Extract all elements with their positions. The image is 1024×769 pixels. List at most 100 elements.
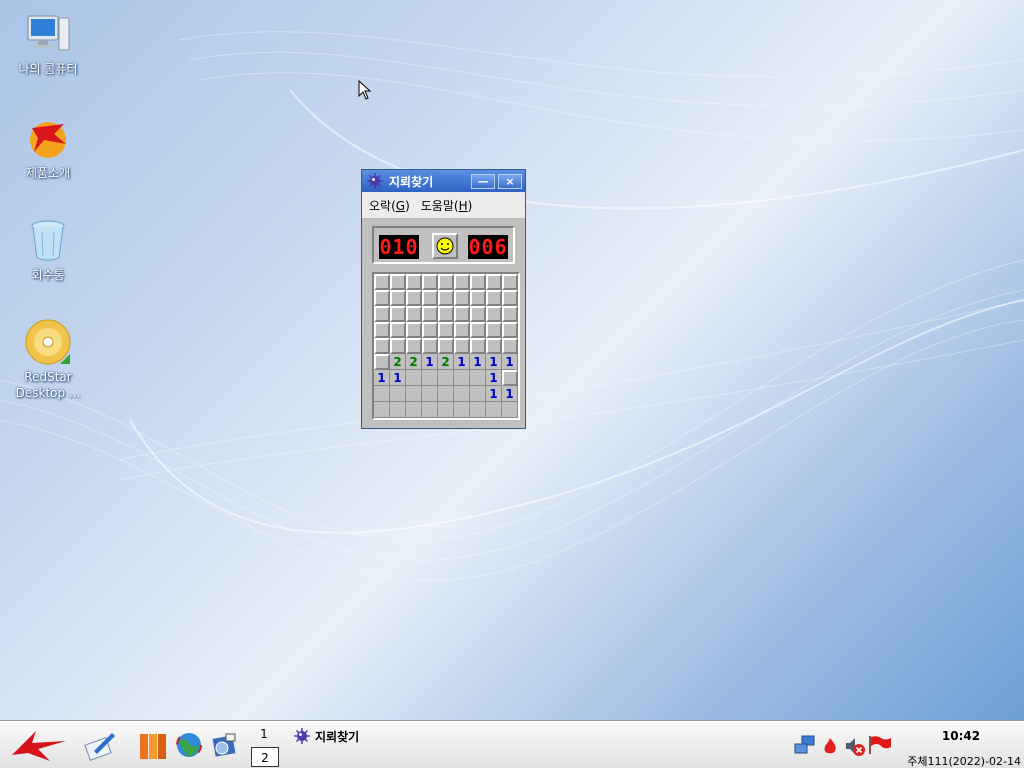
minefield-cell-empty[interactable] bbox=[422, 402, 438, 418]
minefield-cell-closed[interactable] bbox=[470, 322, 486, 338]
smiley-button[interactable] bbox=[432, 233, 458, 259]
minefield-cell-closed[interactable] bbox=[422, 306, 438, 322]
minefield-cell-closed[interactable] bbox=[502, 338, 518, 354]
start-menu-button[interactable] bbox=[10, 727, 68, 767]
launcher-editor[interactable] bbox=[84, 729, 116, 765]
tray-flag[interactable] bbox=[868, 735, 892, 759]
minefield-cell-closed[interactable] bbox=[486, 306, 502, 322]
minefield-cell-empty[interactable] bbox=[454, 402, 470, 418]
minefield-cell-closed[interactable] bbox=[390, 338, 406, 354]
tray-network[interactable] bbox=[794, 735, 816, 759]
minefield-cell-closed[interactable] bbox=[454, 338, 470, 354]
minefield-cell-empty[interactable] bbox=[438, 402, 454, 418]
minefield-cell-closed[interactable] bbox=[486, 290, 502, 306]
minefield-cell-closed[interactable] bbox=[486, 274, 502, 290]
minefield-cell-number[interactable]: 2 bbox=[390, 354, 406, 370]
minefield-cell-empty[interactable] bbox=[470, 402, 486, 418]
minefield-cell-closed[interactable] bbox=[422, 274, 438, 290]
minefield-cell-closed[interactable] bbox=[470, 290, 486, 306]
task-minesweeper[interactable]: 지뢰찾기 bbox=[294, 725, 359, 747]
minefield-cell-closed[interactable] bbox=[486, 322, 502, 338]
minefield-cell-empty[interactable] bbox=[406, 386, 422, 402]
desktop-icon-my-computer[interactable]: 나의 콤퓨터 bbox=[0, 10, 96, 77]
minefield-cell-closed[interactable] bbox=[438, 290, 454, 306]
minefield-cell-closed[interactable] bbox=[454, 290, 470, 306]
close-button[interactable]: × bbox=[498, 173, 522, 189]
minefield-cell-closed[interactable] bbox=[406, 274, 422, 290]
minefield-cell-empty[interactable] bbox=[454, 386, 470, 402]
launcher-browser[interactable] bbox=[175, 731, 203, 763]
tray-volume[interactable] bbox=[844, 735, 866, 761]
minefield-cell-closed[interactable] bbox=[454, 322, 470, 338]
minefield-cell-closed[interactable] bbox=[406, 338, 422, 354]
minimize-button[interactable]: — bbox=[471, 173, 495, 189]
minefield-cell-empty[interactable] bbox=[422, 386, 438, 402]
minefield-cell-empty[interactable] bbox=[470, 386, 486, 402]
minefield-cell-empty[interactable] bbox=[486, 402, 502, 418]
minefield-cell-empty[interactable] bbox=[422, 370, 438, 386]
minefield-cell-closed[interactable] bbox=[438, 338, 454, 354]
minefield-cell-closed[interactable] bbox=[374, 322, 390, 338]
minefield-cell-number[interactable]: 1 bbox=[470, 354, 486, 370]
tray-firewall[interactable] bbox=[822, 737, 838, 759]
minefield-cell-empty[interactable] bbox=[454, 370, 470, 386]
minefield-cell-number[interactable]: 2 bbox=[438, 354, 454, 370]
desktop-icon-redstar-dvd[interactable]: RedStar Desktop ... bbox=[0, 318, 96, 401]
minefield-cell-closed[interactable] bbox=[390, 290, 406, 306]
minesweeper-window[interactable]: 지뢰찾기 — × 오락(G) 도움말(H) 010 006 2212111111… bbox=[361, 169, 526, 429]
minefield-cell-closed[interactable] bbox=[438, 274, 454, 290]
minefield-cell-closed[interactable] bbox=[422, 322, 438, 338]
minefield-cell-closed[interactable] bbox=[422, 290, 438, 306]
minefield-cell-closed[interactable] bbox=[502, 306, 518, 322]
minefield-cell-number[interactable]: 1 bbox=[422, 354, 438, 370]
workspace-1[interactable]: 1 bbox=[250, 724, 278, 744]
minefield[interactable]: 2212111111111 bbox=[372, 272, 520, 420]
minefield-cell-closed[interactable] bbox=[422, 338, 438, 354]
minefield-cell-closed[interactable] bbox=[406, 306, 422, 322]
minefield-cell-closed[interactable] bbox=[502, 290, 518, 306]
window-titlebar[interactable]: 지뢰찾기 — × bbox=[362, 170, 525, 192]
minefield-cell-closed[interactable] bbox=[502, 322, 518, 338]
minefield-cell-empty[interactable] bbox=[374, 402, 390, 418]
minefield-cell-number[interactable]: 2 bbox=[406, 354, 422, 370]
minefield-cell-closed[interactable] bbox=[374, 338, 390, 354]
minefield-cell-closed[interactable] bbox=[454, 274, 470, 290]
minefield-cell-number[interactable]: 1 bbox=[390, 370, 406, 386]
desktop-icon-product-intro[interactable]: 제품소개 bbox=[0, 114, 96, 181]
minefield-cell-closed[interactable] bbox=[406, 290, 422, 306]
minefield-cell-closed[interactable] bbox=[486, 338, 502, 354]
minefield-cell-number[interactable]: 1 bbox=[486, 386, 502, 402]
minefield-cell-empty[interactable] bbox=[470, 370, 486, 386]
minefield-cell-closed[interactable] bbox=[390, 322, 406, 338]
minefield-cell-closed[interactable] bbox=[438, 306, 454, 322]
minefield-cell-number[interactable]: 1 bbox=[502, 354, 518, 370]
minefield-cell-closed[interactable] bbox=[454, 306, 470, 322]
minefield-cell-number[interactable]: 1 bbox=[502, 386, 518, 402]
menu-help[interactable]: 도움말(H) bbox=[421, 197, 473, 214]
launcher-library[interactable] bbox=[138, 731, 168, 765]
minefield-cell-empty[interactable] bbox=[406, 370, 422, 386]
minefield-cell-closed[interactable] bbox=[390, 306, 406, 322]
minefield-cell-closed[interactable] bbox=[502, 370, 518, 386]
minefield-cell-closed[interactable] bbox=[374, 306, 390, 322]
minefield-cell-empty[interactable] bbox=[438, 370, 454, 386]
menu-game[interactable]: 오락(G) bbox=[369, 197, 410, 214]
minefield-cell-empty[interactable] bbox=[390, 386, 406, 402]
minefield-cell-empty[interactable] bbox=[406, 402, 422, 418]
minefield-cell-number[interactable]: 1 bbox=[486, 370, 502, 386]
minefield-cell-closed[interactable] bbox=[374, 290, 390, 306]
minefield-cell-empty[interactable] bbox=[502, 402, 518, 418]
minefield-cell-closed[interactable] bbox=[406, 322, 422, 338]
desktop-icon-trash[interactable]: 회수통 bbox=[0, 216, 96, 283]
minefield-cell-closed[interactable] bbox=[470, 338, 486, 354]
workspace-2[interactable]: 2 bbox=[251, 747, 279, 767]
minefield-cell-closed[interactable] bbox=[374, 274, 390, 290]
minefield-cell-number[interactable]: 1 bbox=[454, 354, 470, 370]
clock[interactable]: 10:42 bbox=[928, 729, 994, 743]
launcher-media[interactable] bbox=[210, 731, 238, 763]
minefield-cell-number[interactable]: 1 bbox=[374, 370, 390, 386]
minefield-cell-empty[interactable] bbox=[390, 402, 406, 418]
minefield-cell-closed[interactable] bbox=[374, 354, 390, 370]
minefield-cell-closed[interactable] bbox=[438, 322, 454, 338]
minefield-cell-number[interactable]: 1 bbox=[486, 354, 502, 370]
